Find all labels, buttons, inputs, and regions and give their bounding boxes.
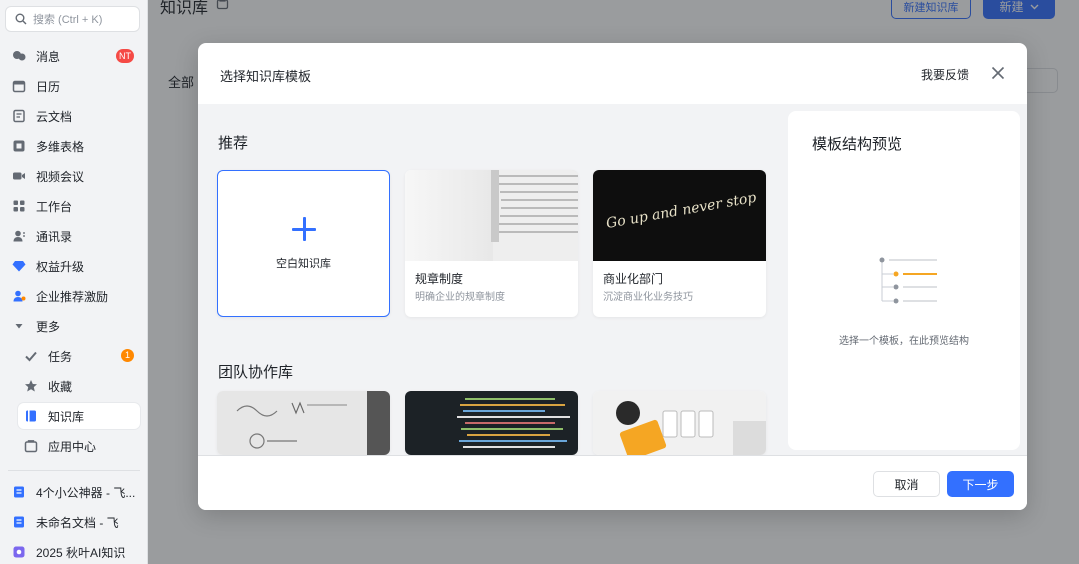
search-icon xyxy=(15,13,27,25)
wiki-space-icon xyxy=(12,545,26,559)
docs-icon xyxy=(12,109,26,123)
sidebar-item-label: 日历 xyxy=(36,79,61,94)
sidebar: 搜索 (Ctrl + K) 消息 NT 日历 云文档 多维表格 视频会议 工作台… xyxy=(0,0,148,564)
task-badge: 1 xyxy=(121,349,134,362)
sidebar-item-label: 任务 xyxy=(48,349,73,364)
chalkboard-cover-image: Go up and never stop xyxy=(593,170,766,261)
table-icon xyxy=(12,139,26,153)
calendar-icon xyxy=(12,79,26,93)
sidebar-item-label: 消息 xyxy=(36,49,61,64)
search-input[interactable]: 搜索 (Ctrl + K) xyxy=(5,6,140,32)
sidebar-item-referral[interactable]: 企业推荐激励 xyxy=(6,283,140,309)
video-icon xyxy=(12,169,26,183)
modal-title: 选择知识库模板 xyxy=(220,69,312,84)
recent-doc-item[interactable]: 2025 秋叶AI知识 xyxy=(6,539,140,564)
template-preview-panel: 模板结构预览 选择一个模板，在此预览结构 xyxy=(788,111,1020,450)
sidebar-item-bitable[interactable]: 多维表格 xyxy=(6,133,140,159)
plus-icon xyxy=(291,216,316,241)
close-icon[interactable] xyxy=(990,65,1006,81)
sidebar-divider xyxy=(8,470,140,471)
blank-wiki-card[interactable]: 空白知识库 xyxy=(217,170,390,317)
sidebar-item-label: 知识库 xyxy=(48,409,85,424)
sidebar-item-wiki[interactable]: 知识库 xyxy=(18,403,140,429)
section-title-team: 团队协作库 xyxy=(218,364,294,381)
sidebar-item-more[interactable]: 更多 xyxy=(6,313,140,339)
template-card[interactable] xyxy=(405,391,578,455)
sidebar-item-video-meeting[interactable]: 视频会议 xyxy=(6,163,140,189)
sidebar-item-label: 视频会议 xyxy=(36,169,85,184)
sidebar-item-label: 多维表格 xyxy=(36,139,85,154)
template-card[interactable]: Go up and never stop 商业化部门 沉淀商业化业务技巧 xyxy=(593,170,766,317)
template-card[interactable]: 规章制度 明确企业的规章制度 xyxy=(405,170,578,317)
sidebar-item-app-center[interactable]: 应用中心 xyxy=(18,433,140,459)
template-desc: 沉淀商业化业务技巧 xyxy=(603,292,693,303)
contacts-icon xyxy=(12,229,26,243)
desk-cover-image xyxy=(593,391,766,455)
referral-icon xyxy=(12,289,26,303)
doc-icon xyxy=(12,485,26,499)
sidebar-item-label: 工作台 xyxy=(36,199,73,214)
books-cover-image xyxy=(405,170,578,261)
sidebar-item-tasks[interactable]: 任务 1 xyxy=(18,343,140,369)
preview-hint: 选择一个模板，在此预览结构 xyxy=(839,336,969,347)
code-cover-image xyxy=(405,391,578,455)
sidebar-item-label: 更多 xyxy=(36,319,61,334)
template-name: 规章制度 xyxy=(415,272,464,286)
recent-doc-label: 4个小公神器 - 飞... xyxy=(36,485,136,500)
sidebar-item-label: 通讯录 xyxy=(36,229,73,244)
template-modal: 选择知识库模板 我要反馈 推荐 空白知识库 规章制度 明确企业的规章制度 Go … xyxy=(198,43,1027,510)
sidebar-item-contacts[interactable]: 通讯录 xyxy=(6,223,140,249)
recent-doc-label: 未命名文档 - 飞 xyxy=(36,515,119,530)
preview-title: 模板结构预览 xyxy=(812,136,903,153)
message-badge: NT xyxy=(116,49,134,63)
feedback-link[interactable]: 我要反馈 xyxy=(921,66,969,83)
sidebar-item-workplace[interactable]: 工作台 xyxy=(6,193,140,219)
next-button[interactable]: 下一步 xyxy=(947,471,1014,497)
whiteboard-cover-image xyxy=(217,391,390,455)
star-icon xyxy=(24,379,38,393)
section-title-recommend: 推荐 xyxy=(218,135,249,152)
template-card[interactable] xyxy=(593,391,766,455)
diamond-icon xyxy=(12,259,26,273)
template-card[interactable] xyxy=(217,391,390,455)
sidebar-item-favorites[interactable]: 收藏 xyxy=(18,373,140,399)
app-center-icon xyxy=(24,439,38,453)
wiki-icon xyxy=(24,409,38,423)
sidebar-item-label: 权益升级 xyxy=(36,259,85,274)
recent-doc-label: 2025 秋叶AI知识 xyxy=(36,545,126,560)
grid-icon xyxy=(12,199,26,213)
template-name: 商业化部门 xyxy=(603,272,664,286)
sidebar-item-calendar[interactable]: 日历 xyxy=(6,73,140,99)
caret-down-icon xyxy=(12,319,26,333)
sidebar-item-docs[interactable]: 云文档 xyxy=(6,103,140,129)
sidebar-item-label: 应用中心 xyxy=(48,439,97,454)
recent-doc-item[interactable]: 4个小公神器 - 飞... xyxy=(6,479,140,505)
check-icon xyxy=(24,349,38,363)
sidebar-item-upgrade[interactable]: 权益升级 xyxy=(6,253,140,279)
message-icon xyxy=(12,49,26,63)
sidebar-item-label: 企业推荐激励 xyxy=(36,289,109,304)
template-desc: 明确企业的规章制度 xyxy=(415,292,505,303)
modal-footer: 取消 下一步 xyxy=(198,455,1027,510)
sidebar-item-label: 收藏 xyxy=(48,379,73,394)
cancel-button[interactable]: 取消 xyxy=(873,471,940,497)
search-placeholder: 搜索 (Ctrl + K) xyxy=(33,14,103,26)
sidebar-item-label: 云文档 xyxy=(36,109,73,124)
modal-body: 推荐 空白知识库 规章制度 明确企业的规章制度 Go up and never … xyxy=(198,104,1027,455)
tree-structure-icon xyxy=(879,257,937,304)
doc-icon xyxy=(12,515,26,529)
blank-card-label: 空白知识库 xyxy=(276,257,331,270)
recent-doc-item[interactable]: 未命名文档 - 飞 xyxy=(6,509,140,535)
sidebar-item-messages[interactable]: 消息 NT xyxy=(6,43,140,69)
